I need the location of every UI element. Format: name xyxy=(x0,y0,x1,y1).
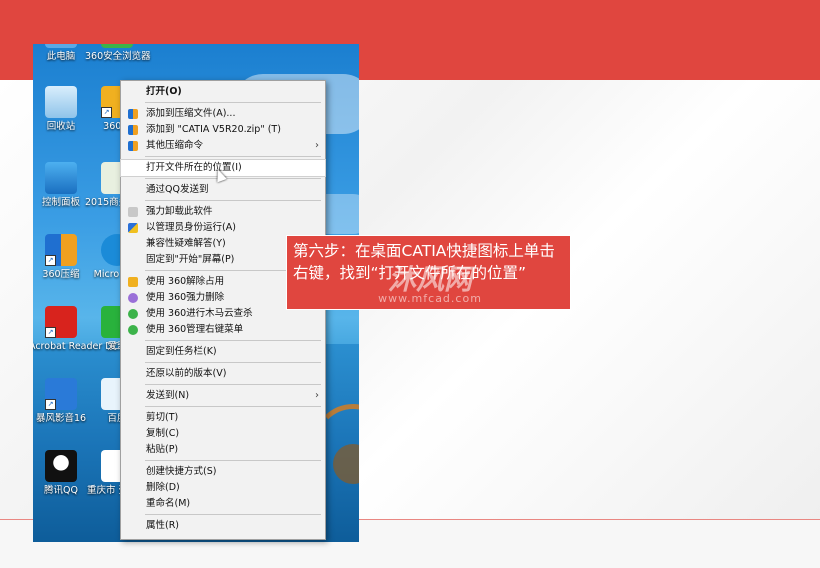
menu-item-label: 还原以前的版本(V) xyxy=(146,368,227,379)
menu-item-label: 通过QQ发送到 xyxy=(146,184,209,195)
chevron-right-icon: › xyxy=(315,390,319,401)
menu-separator xyxy=(145,460,321,461)
menu-item-label: 以管理员身份运行(A) xyxy=(146,222,236,233)
menu-item-label: 其他压缩命令 xyxy=(146,140,204,151)
archive-icon xyxy=(128,125,138,135)
this-pc-icon xyxy=(45,44,77,48)
menu-separator xyxy=(145,340,321,341)
menu-item-label: 打开(O) xyxy=(146,86,182,97)
site-watermark: 沐风网 www.mfcad.com xyxy=(330,258,530,308)
menu-item-rename[interactable]: 重命名(M) xyxy=(121,496,325,512)
menu-item-properties[interactable]: 属性(R) xyxy=(121,518,325,534)
trash-icon xyxy=(128,207,138,217)
menu-item-label: 粘贴(P) xyxy=(146,444,179,455)
desktop-icon-label: 腾讯QQ xyxy=(44,485,78,496)
context-menu: 打开(O) 添加到压缩文件(A)... 添加到 "CATIA V5R20.zip… xyxy=(120,80,326,540)
acrobat-icon: ↗ xyxy=(45,306,77,338)
menu-item-send-to[interactable]: 发送到(N) › xyxy=(121,388,325,404)
menu-item-force-uninstall[interactable]: 强力卸载此软件 xyxy=(121,204,325,220)
desktop-icon-label: 360压缩 xyxy=(42,269,80,280)
shortcut-arrow-icon: ↗ xyxy=(45,399,56,410)
menu-item-label: 创建快捷方式(S) xyxy=(146,466,217,477)
360-logo-icon xyxy=(128,309,138,319)
menu-item-label: 兼容性疑难解答(Y) xyxy=(146,238,226,249)
shortcut-arrow-icon: ↗ xyxy=(101,107,112,118)
desktop-icon-recycle-bin[interactable]: 回收站 xyxy=(33,86,93,133)
chevron-right-icon: › xyxy=(315,140,319,151)
menu-separator xyxy=(145,406,321,407)
menu-item-other-compress[interactable]: 其他压缩命令 › xyxy=(121,138,325,154)
menu-item-label: 使用 360强力删除 xyxy=(146,292,225,303)
menu-item-open[interactable]: 打开(O) xyxy=(121,84,325,100)
menu-item-label: 固定到任务栏(K) xyxy=(146,346,217,357)
menu-separator xyxy=(145,178,321,179)
menu-separator xyxy=(145,102,321,103)
menu-item-label: 强力卸载此软件 xyxy=(146,206,213,217)
desktop-icon-this-pc[interactable]: 此电脑 xyxy=(33,44,93,63)
shortcut-arrow-icon: ↗ xyxy=(45,255,56,266)
menu-item-360-manage[interactable]: 使用 360管理右键菜单 xyxy=(121,322,325,338)
menu-item-label: 发送到(N) xyxy=(146,390,190,401)
menu-item-label: 重命名(M) xyxy=(146,498,191,509)
menu-item-paste[interactable]: 粘贴(P) xyxy=(121,442,325,458)
360-logo-icon xyxy=(128,325,138,335)
archive-icon xyxy=(128,109,138,119)
menu-item-label: 删除(D) xyxy=(146,482,180,493)
desktop-icon-qq[interactable]: 腾讯QQ xyxy=(33,450,93,497)
menu-item-run-admin[interactable]: 以管理员身份运行(A) xyxy=(121,220,325,236)
menu-item-restore[interactable]: 还原以前的版本(V) xyxy=(121,366,325,382)
recycle-bin-icon xyxy=(45,86,77,118)
menu-item-cut[interactable]: 剪切(T) xyxy=(121,410,325,426)
menu-item-label: 属性(R) xyxy=(146,520,180,531)
folder-icon xyxy=(128,277,138,287)
archive-icon xyxy=(128,141,138,151)
menu-item-label: 剪切(T) xyxy=(146,412,179,423)
desktop-icon-label: 此电脑 xyxy=(46,51,76,62)
desktop-icon-label: 回收站 xyxy=(46,121,76,132)
desktop-icon-label: 360安全浏览器 xyxy=(85,51,151,62)
desktop-icon-label: Acrobat Reader DC xyxy=(33,341,120,352)
archive-icon: ↗ xyxy=(45,234,77,266)
shortcut-arrow-icon: ↗ xyxy=(45,327,56,338)
watermark-url: www.mfcad.com xyxy=(378,292,482,305)
menu-separator xyxy=(145,384,321,385)
menu-item-copy[interactable]: 复制(C) xyxy=(121,426,325,442)
menu-separator xyxy=(145,156,321,157)
menu-item-add-archive[interactable]: 添加到压缩文件(A)... xyxy=(121,106,325,122)
menu-item-send-qq[interactable]: 通过QQ发送到 xyxy=(121,182,325,198)
desktop-icon-label: 暴风影音16 xyxy=(35,413,87,424)
browser-icon xyxy=(101,44,133,48)
shred-icon xyxy=(128,293,138,303)
menu-separator xyxy=(145,362,321,363)
menu-item-label: 使用 360管理右键菜单 xyxy=(146,324,244,335)
desktop-icon-label: 控制面板 xyxy=(41,197,80,208)
menu-separator xyxy=(145,514,321,515)
desktop-icon-360zip[interactable]: ↗ 360压缩 xyxy=(33,234,93,281)
desktop-icon-360browser[interactable]: 360安全浏览器 xyxy=(85,44,151,63)
menu-item-label: 复制(C) xyxy=(146,428,180,439)
menu-item-label: 添加到 "CATIA V5R20.zip" (T) xyxy=(146,124,281,135)
menu-item-pin-taskbar[interactable]: 固定到任务栏(K) xyxy=(121,344,325,360)
menu-item-add-zip[interactable]: 添加到 "CATIA V5R20.zip" (T) xyxy=(121,122,325,138)
penguin-icon xyxy=(45,450,77,482)
menu-item-label: 添加到压缩文件(A)... xyxy=(146,108,236,119)
desktop-icon-baofeng[interactable]: ↗ 暴风影音16 xyxy=(33,378,93,425)
uac-shield-icon xyxy=(128,223,138,233)
menu-item-delete[interactable]: 删除(D) xyxy=(121,480,325,496)
media-player-icon: ↗ xyxy=(45,378,77,410)
menu-item-label: 使用 360解除占用 xyxy=(146,276,225,287)
menu-separator xyxy=(145,200,321,201)
control-panel-icon xyxy=(45,162,77,194)
desktop-icon-control-panel[interactable]: 控制面板 xyxy=(33,162,93,209)
menu-item-label: 固定到"开始"屏幕(P) xyxy=(146,254,235,265)
menu-item-label: 使用 360进行木马云查杀 xyxy=(146,308,253,319)
menu-item-label: 打开文件所在的位置(I) xyxy=(146,162,242,173)
desktop-icon-acrobat[interactable]: ↗ Acrobat Reader DC xyxy=(33,306,120,353)
menu-item-create-shortcut[interactable]: 创建快捷方式(S) xyxy=(121,464,325,480)
